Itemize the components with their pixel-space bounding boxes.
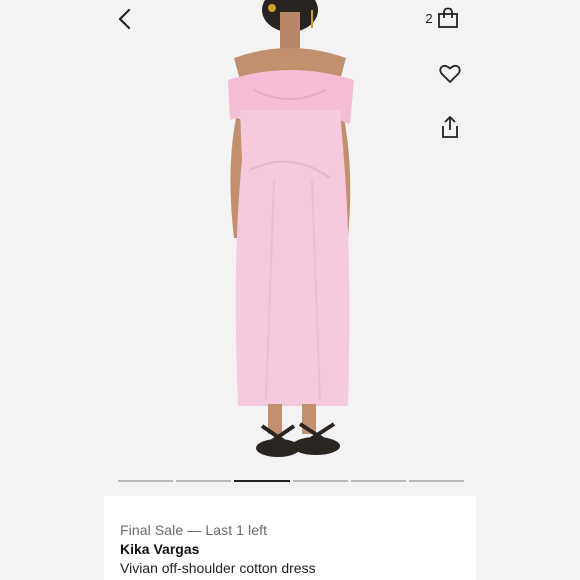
carousel-segment[interactable] — [350, 480, 406, 482]
back-button[interactable] — [112, 6, 138, 32]
bag-count-badge: 2 — [425, 10, 433, 26]
sale-status: Final Sale — Last 1 left — [120, 522, 268, 538]
left-margin — [0, 0, 104, 580]
chevron-left-icon — [118, 8, 131, 30]
right-margin — [476, 0, 580, 580]
share-button[interactable] — [438, 114, 462, 140]
carousel-segment[interactable] — [176, 480, 232, 482]
carousel-segment-active[interactable] — [234, 480, 290, 482]
carousel-segment[interactable] — [292, 480, 348, 482]
product-info: Final Sale — Last 1 left Kika Vargas Viv… — [104, 496, 476, 580]
wishlist-button[interactable] — [438, 62, 462, 86]
carousel-segment[interactable] — [118, 480, 174, 482]
share-icon — [442, 116, 458, 138]
shopping-bag-icon — [437, 7, 458, 28]
brand-name[interactable]: Kika Vargas — [120, 541, 199, 557]
product-image[interactable] — [104, 0, 476, 496]
carousel-segment[interactable] — [408, 480, 465, 482]
shopping-bag-button[interactable]: 2 — [420, 4, 464, 32]
dress-photo-illustration — [228, 0, 354, 457]
heart-icon — [439, 64, 461, 83]
product-name: Vivian off-shoulder cotton dress — [120, 560, 316, 576]
carousel-progress — [118, 480, 465, 482]
